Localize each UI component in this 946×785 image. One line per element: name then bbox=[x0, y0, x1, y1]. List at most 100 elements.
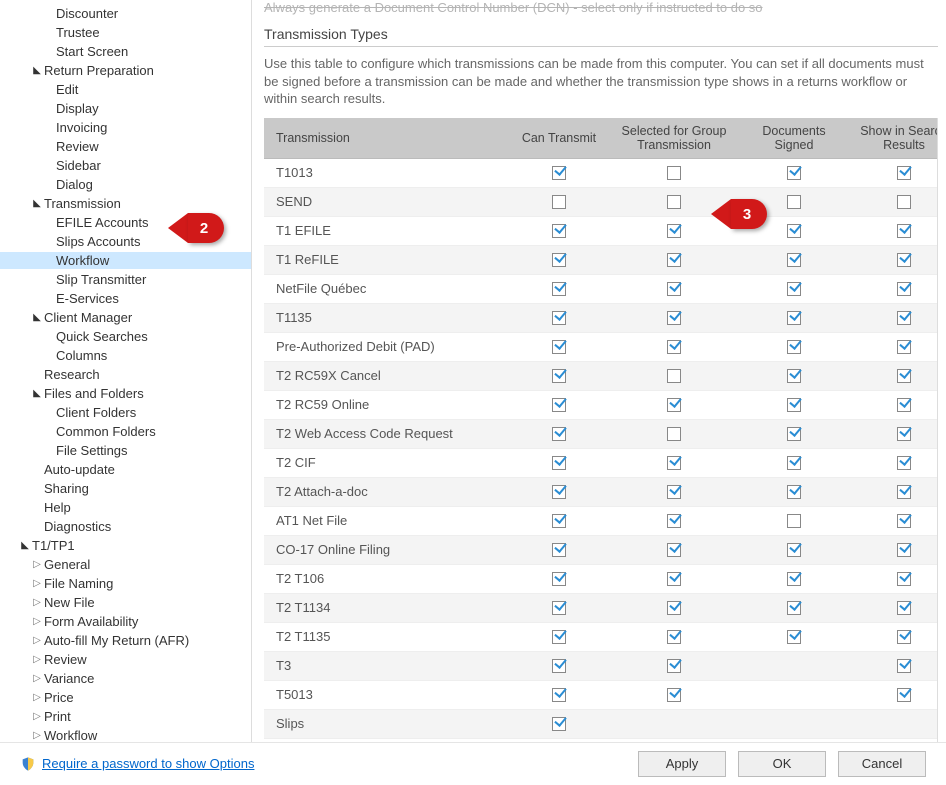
checkbox[interactable] bbox=[897, 514, 911, 528]
checkbox[interactable] bbox=[667, 659, 681, 673]
checkbox[interactable] bbox=[787, 630, 801, 644]
checkbox[interactable] bbox=[897, 340, 911, 354]
checkbox[interactable] bbox=[667, 340, 681, 354]
tree-item-quick-searches[interactable]: Quick Searches bbox=[0, 328, 251, 345]
checkbox[interactable] bbox=[787, 514, 801, 528]
chevron-down-icon[interactable]: ◢ bbox=[32, 385, 42, 402]
tree-item-files-and-folders[interactable]: ◢Files and Folders bbox=[0, 385, 251, 402]
chevron-right-icon[interactable]: ▷ bbox=[32, 632, 42, 649]
chevron-right-icon[interactable]: ▷ bbox=[32, 708, 42, 725]
tree-item-research[interactable]: Research bbox=[0, 366, 251, 383]
checkbox[interactable] bbox=[552, 427, 566, 441]
checkbox[interactable] bbox=[667, 514, 681, 528]
tree-item-client-folders[interactable]: Client Folders bbox=[0, 404, 251, 421]
col-documents-signed[interactable]: Documents Signed bbox=[744, 118, 844, 159]
transmission-table-wrap[interactable]: Transmission Can Transmit Selected for G… bbox=[264, 118, 938, 742]
tree-item-general[interactable]: ▷General bbox=[0, 556, 251, 573]
checkbox[interactable] bbox=[897, 195, 911, 209]
checkbox[interactable] bbox=[787, 456, 801, 470]
options-tree[interactable]: DiscounterTrusteeStart Screen◢Return Pre… bbox=[0, 0, 252, 742]
checkbox[interactable] bbox=[552, 253, 566, 267]
checkbox[interactable] bbox=[897, 282, 911, 296]
tree-item-slip-transmitter[interactable]: Slip Transmitter bbox=[0, 271, 251, 288]
checkbox[interactable] bbox=[667, 282, 681, 296]
checkbox[interactable] bbox=[667, 195, 681, 209]
tree-item-price[interactable]: ▷Price bbox=[0, 689, 251, 706]
checkbox[interactable] bbox=[787, 369, 801, 383]
tree-item-auto-fill-my-return-afr-[interactable]: ▷Auto-fill My Return (AFR) bbox=[0, 632, 251, 649]
tree-item-workflow[interactable]: Workflow bbox=[0, 252, 251, 269]
chevron-down-icon[interactable]: ◢ bbox=[32, 195, 42, 212]
tree-item-print[interactable]: ▷Print bbox=[0, 708, 251, 725]
checkbox[interactable] bbox=[897, 601, 911, 615]
checkbox[interactable] bbox=[787, 572, 801, 586]
checkbox[interactable] bbox=[667, 398, 681, 412]
checkbox[interactable] bbox=[667, 253, 681, 267]
checkbox[interactable] bbox=[897, 398, 911, 412]
require-password-link[interactable]: Require a password to show Options bbox=[42, 756, 254, 771]
chevron-right-icon[interactable]: ▷ bbox=[32, 613, 42, 630]
checkbox[interactable] bbox=[787, 282, 801, 296]
chevron-right-icon[interactable]: ▷ bbox=[32, 594, 42, 611]
checkbox[interactable] bbox=[552, 282, 566, 296]
checkbox[interactable] bbox=[552, 630, 566, 644]
tree-item-common-folders[interactable]: Common Folders bbox=[0, 423, 251, 440]
checkbox[interactable] bbox=[552, 195, 566, 209]
checkbox[interactable] bbox=[552, 717, 566, 731]
checkbox[interactable] bbox=[667, 688, 681, 702]
tree-item-client-manager[interactable]: ◢Client Manager bbox=[0, 309, 251, 326]
checkbox[interactable] bbox=[667, 369, 681, 383]
tree-item-transmission[interactable]: ◢Transmission bbox=[0, 195, 251, 212]
chevron-down-icon[interactable]: ◢ bbox=[20, 537, 30, 554]
col-can-transmit[interactable]: Can Transmit bbox=[514, 118, 604, 159]
checkbox[interactable] bbox=[667, 456, 681, 470]
col-group-transmission[interactable]: Selected for Group Transmission bbox=[604, 118, 744, 159]
tree-item-e-services[interactable]: E-Services bbox=[0, 290, 251, 307]
tree-item-form-availability[interactable]: ▷Form Availability bbox=[0, 613, 251, 630]
tree-item-review[interactable]: ▷Review bbox=[0, 651, 251, 668]
tree-item-dialog[interactable]: Dialog bbox=[0, 176, 251, 193]
tree-item-invoicing[interactable]: Invoicing bbox=[0, 119, 251, 136]
chevron-down-icon[interactable]: ◢ bbox=[32, 309, 42, 326]
checkbox[interactable] bbox=[787, 601, 801, 615]
tree-item-variance[interactable]: ▷Variance bbox=[0, 670, 251, 687]
checkbox[interactable] bbox=[897, 253, 911, 267]
chevron-right-icon[interactable]: ▷ bbox=[32, 575, 42, 592]
checkbox[interactable] bbox=[667, 224, 681, 238]
tree-item-file-settings[interactable]: File Settings bbox=[0, 442, 251, 459]
checkbox[interactable] bbox=[667, 601, 681, 615]
checkbox[interactable] bbox=[897, 572, 911, 586]
tree-item-columns[interactable]: Columns bbox=[0, 347, 251, 364]
tree-item-trustee[interactable]: Trustee bbox=[0, 24, 251, 41]
checkbox[interactable] bbox=[552, 398, 566, 412]
tree-item-t1-tp1[interactable]: ◢T1/TP1 bbox=[0, 537, 251, 554]
checkbox[interactable] bbox=[667, 543, 681, 557]
apply-button[interactable]: Apply bbox=[638, 751, 726, 777]
tree-item-diagnostics[interactable]: Diagnostics bbox=[0, 518, 251, 535]
checkbox[interactable] bbox=[897, 485, 911, 499]
tree-item-new-file[interactable]: ▷New File bbox=[0, 594, 251, 611]
checkbox[interactable] bbox=[667, 311, 681, 325]
checkbox[interactable] bbox=[787, 224, 801, 238]
checkbox[interactable] bbox=[897, 456, 911, 470]
checkbox[interactable] bbox=[897, 166, 911, 180]
checkbox[interactable] bbox=[897, 543, 911, 557]
checkbox[interactable] bbox=[552, 224, 566, 238]
checkbox[interactable] bbox=[552, 601, 566, 615]
checkbox[interactable] bbox=[897, 311, 911, 325]
tree-item-review[interactable]: Review bbox=[0, 138, 251, 155]
tree-item-display[interactable]: Display bbox=[0, 100, 251, 117]
checkbox[interactable] bbox=[787, 311, 801, 325]
checkbox[interactable] bbox=[552, 543, 566, 557]
checkbox[interactable] bbox=[787, 485, 801, 499]
checkbox[interactable] bbox=[552, 340, 566, 354]
tree-item-file-naming[interactable]: ▷File Naming bbox=[0, 575, 251, 592]
ok-button[interactable]: OK bbox=[738, 751, 826, 777]
checkbox[interactable] bbox=[787, 195, 801, 209]
checkbox[interactable] bbox=[667, 166, 681, 180]
checkbox[interactable] bbox=[897, 630, 911, 644]
checkbox[interactable] bbox=[552, 572, 566, 586]
checkbox[interactable] bbox=[552, 688, 566, 702]
checkbox[interactable] bbox=[787, 427, 801, 441]
chevron-right-icon[interactable]: ▷ bbox=[32, 670, 42, 687]
